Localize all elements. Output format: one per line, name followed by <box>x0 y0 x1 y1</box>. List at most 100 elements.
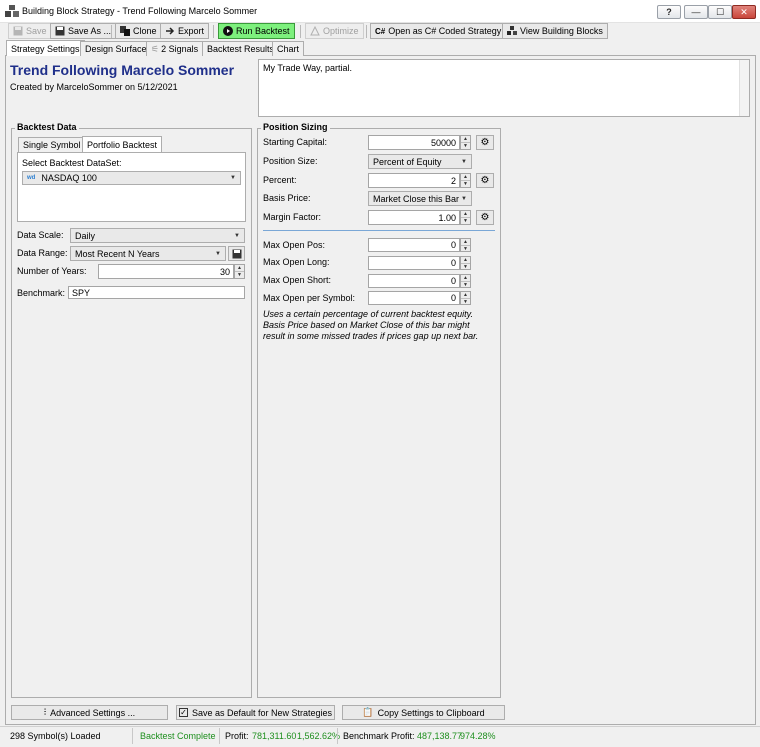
minimize-button[interactable]: — <box>684 5 708 19</box>
advanced-settings-button[interactable]: ⫶ Advanced Settings ... <box>11 705 168 720</box>
advanced-settings-label: Advanced Settings ... <box>50 707 136 718</box>
strategy-created-by: Created by MarceloSommer on 5/12/2021 <box>10 82 178 92</box>
max-open-symbol-input[interactable]: 0 <box>368 291 460 305</box>
open-csharp-button[interactable]: C# Open as C# Coded Strategy <box>370 23 507 39</box>
years-label: Number of Years: <box>17 266 87 276</box>
clone-button[interactable]: Clone <box>115 23 162 39</box>
save-default-label: Save as Default for New Strategies <box>191 707 333 718</box>
tab-design-surface[interactable]: Design Surface <box>80 41 152 56</box>
copy-settings-label: Copy Settings to Clipboard <box>377 707 485 718</box>
chevron-down-icon: ▼ <box>234 232 240 239</box>
max-open-pos-label: Max Open Pos: <box>263 240 326 250</box>
percent-input[interactable]: 2 <box>368 173 460 188</box>
toolbar-separator <box>300 25 301 38</box>
data-range-value: Most Recent N Years <box>75 248 160 259</box>
gear-icon: ⚙ <box>480 137 490 148</box>
tab-backtest-results[interactable]: Backtest Results <box>202 41 280 56</box>
tab-single-symbol[interactable]: Single Symbol <box>18 137 86 152</box>
view-building-blocks-button[interactable]: View Building Blocks <box>502 23 608 39</box>
tab-chart[interactable]: Chart <box>272 41 305 56</box>
margin-factor-input[interactable]: 1.00 <box>368 210 460 225</box>
floppy-icon <box>13 26 23 36</box>
years-spinner[interactable]: ▲ ▼ <box>234 264 245 279</box>
starting-capital-input[interactable]: 50000 <box>368 135 460 150</box>
save-label: Save <box>26 26 47 36</box>
open-csharp-label: Open as C# Coded Strategy <box>388 26 502 36</box>
optimize-button[interactable]: Optimize <box>305 23 364 39</box>
description-scrollbar[interactable] <box>739 60 749 116</box>
signals-icon: ⚟ <box>151 43 160 54</box>
data-range-select[interactable]: Most Recent N Years ▼ <box>70 246 226 261</box>
close-button[interactable]: ✕ <box>732 5 756 19</box>
profit-label: Profit: <box>225 731 249 741</box>
max-open-pos-input[interactable]: 0 <box>368 238 460 252</box>
down-icon: ▼ <box>461 245 470 252</box>
backtest-status: Backtest Complete <box>140 731 216 741</box>
clone-label: Clone <box>133 26 157 36</box>
sliders-icon: ⫶ <box>43 707 47 717</box>
strategy-title: Trend Following Marcelo Sommer <box>10 62 235 78</box>
max-open-short-spinner[interactable]: ▲ ▼ <box>460 274 471 288</box>
max-open-symbol-label: Max Open per Symbol: <box>263 293 356 303</box>
section-divider <box>263 230 495 231</box>
tab-strategy-settings[interactable]: Strategy Settings <box>6 40 85 56</box>
down-icon: ▼ <box>461 298 470 305</box>
chevron-down-icon: ▼ <box>215 250 221 257</box>
max-open-long-input[interactable]: 0 <box>368 256 460 270</box>
data-scale-select[interactable]: Daily ▼ <box>70 228 245 243</box>
position-sizing-note: Uses a certain percentage of current bac… <box>263 309 479 341</box>
basis-price-select[interactable]: Market Close this Bar ▼ <box>368 191 472 206</box>
profit-percent: 1,562.62% <box>297 731 341 741</box>
down-icon: ▼ <box>461 217 470 224</box>
years-input[interactable]: 30 <box>98 264 234 279</box>
export-button[interactable]: Export <box>160 23 210 39</box>
play-circle-icon <box>223 26 233 36</box>
save-button[interactable]: Save <box>8 23 52 39</box>
starting-capital-label: Starting Capital: <box>263 137 328 147</box>
building-blocks-icon <box>5 5 19 17</box>
gear-icon: ⚙ <box>480 175 490 186</box>
tab-portfolio-backtest[interactable]: Portfolio Backtest <box>82 136 163 153</box>
description-textbox[interactable]: My Trade Way, partial. <box>258 59 750 117</box>
csharp-icon: C# <box>375 26 386 36</box>
help-button[interactable]: ? <box>657 5 681 19</box>
benchmark-profit-label: Benchmark Profit: <box>343 731 415 741</box>
down-icon: ▼ <box>461 142 470 149</box>
checkbox-icon: ✓ <box>178 708 188 717</box>
tab-signals[interactable]: ⚟ 2 Signals <box>146 41 204 56</box>
benchmark-input[interactable]: SPY <box>68 286 245 299</box>
profit-value: 781,311.60 <box>252 731 297 741</box>
margin-factor-label: Margin Factor: <box>263 212 322 222</box>
save-as-label: Save As ... <box>68 26 112 36</box>
basis-price-value: Market Close this Bar <box>373 193 460 204</box>
maximize-button[interactable]: ☐ <box>708 5 732 19</box>
save-default-button[interactable]: ✓ Save as Default for New Strategies <box>176 705 335 720</box>
max-open-long-spinner[interactable]: ▲ ▼ <box>460 256 471 270</box>
starting-capital-settings-button[interactable]: ⚙ <box>476 135 494 150</box>
toolbar-separator <box>213 25 214 38</box>
dataset-select[interactable]: wd NASDAQ 100 ▼ <box>22 171 241 185</box>
down-icon: ▼ <box>461 281 470 288</box>
symbols-loaded: 298 Symbol(s) Loaded <box>10 731 101 741</box>
max-open-symbol-spinner[interactable]: ▲ ▼ <box>460 291 471 305</box>
max-open-pos-spinner[interactable]: ▲ ▼ <box>460 238 471 252</box>
max-open-short-input[interactable]: 0 <box>368 274 460 288</box>
copy-settings-button[interactable]: 📋 Copy Settings to Clipboard <box>342 705 505 720</box>
percent-spinner[interactable]: ▲ ▼ <box>460 173 471 188</box>
status-separator <box>132 728 133 744</box>
blocks-icon <box>507 26 517 35</box>
position-size-select[interactable]: Percent of Equity ▼ <box>368 154 472 169</box>
starting-capital-spinner[interactable]: ▲ ▼ <box>460 135 471 150</box>
toolbar-separator <box>366 25 367 38</box>
margin-factor-spinner[interactable]: ▲ ▼ <box>460 210 471 225</box>
export-label: Export <box>178 26 205 36</box>
down-icon: ▼ <box>461 263 470 270</box>
dataset-label: Select Backtest DataSet: <box>22 158 122 168</box>
save-as-button[interactable]: Save As ... <box>50 23 117 39</box>
percent-settings-button[interactable]: ⚙ <box>476 173 494 188</box>
margin-factor-settings-button[interactable]: ⚙ <box>476 210 494 225</box>
window-title: Building Block Strategy - Trend Followin… <box>22 6 258 16</box>
save-range-button[interactable] <box>228 246 245 261</box>
position-sizing-title: Position Sizing <box>261 122 330 132</box>
run-backtest-button[interactable]: Run Backtest <box>218 23 295 39</box>
